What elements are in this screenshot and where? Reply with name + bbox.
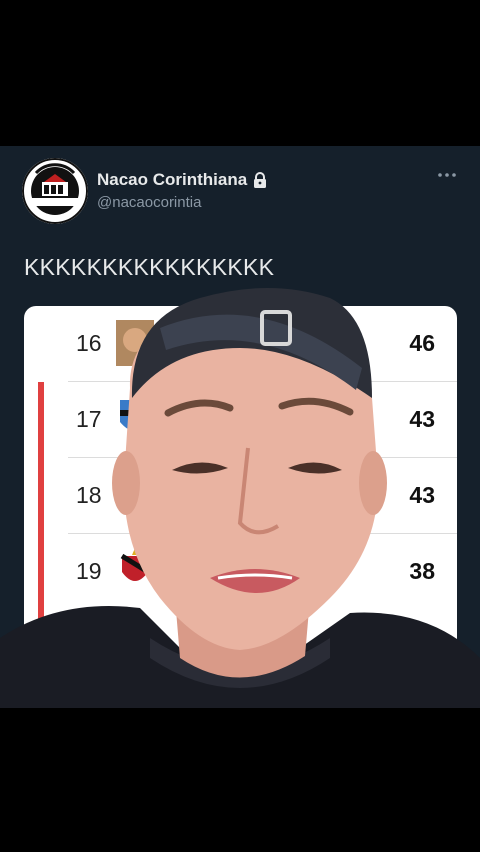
- profile-avatar[interactable]: [22, 158, 88, 224]
- tweet-card[interactable]: Nacao Corinthiana @nacaocorintia KKKKKKK…: [0, 146, 480, 708]
- more-dots-icon[interactable]: [437, 170, 457, 180]
- account-name[interactable]: Nacao Corinthiana: [97, 170, 247, 190]
- account-handle[interactable]: @nacaocorintia: [97, 194, 201, 211]
- corinthians-crest-logo: [22, 158, 88, 224]
- lock-icon: [253, 172, 267, 188]
- person-cutout-image: [0, 288, 480, 708]
- account-name-row[interactable]: Nacao Corinthiana: [97, 170, 267, 190]
- tweet-text: KKKKKKKKKKKKKKKK: [24, 254, 275, 280]
